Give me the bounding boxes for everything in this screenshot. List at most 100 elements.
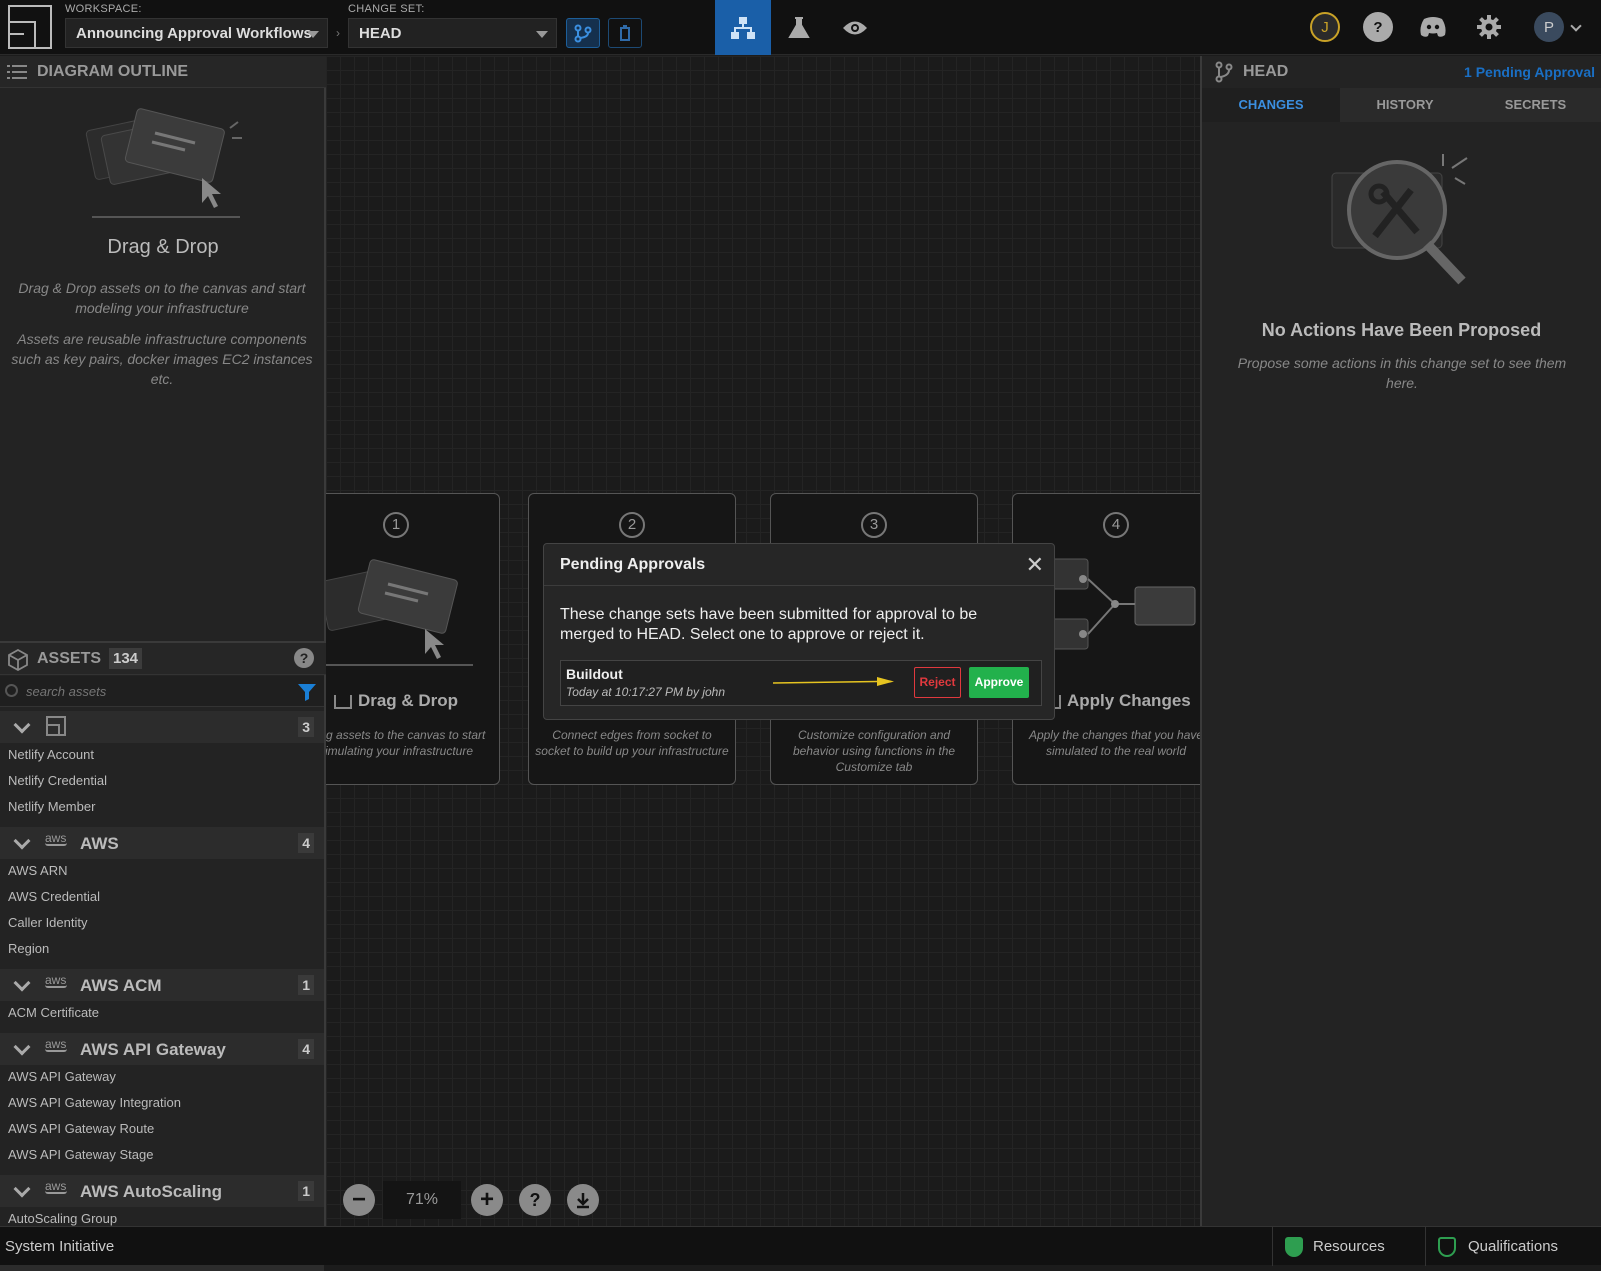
asset-group-name: AWS ACM [80, 976, 162, 995]
asset-item[interactable]: Netlify Account [8, 747, 94, 762]
download-button[interactable] [567, 1184, 599, 1216]
changeset-meta: Today at 10:17:27 PM by john [566, 685, 725, 699]
chevron-down-icon [536, 31, 548, 38]
asset-item[interactable]: AWS Credential [8, 889, 100, 904]
aws-icon: aws [45, 1037, 67, 1052]
approval-row[interactable]: Buildout Today at 10:17:27 PM by john Re… [560, 660, 1042, 706]
discord-icon[interactable] [1419, 16, 1447, 43]
diagram-icon [333, 694, 352, 709]
asset-item[interactable]: ACM Certificate [8, 1005, 99, 1020]
tab-history[interactable]: HISTORY [1340, 88, 1470, 122]
asset-group[interactable]: aws AWS API Gateway 4 [0, 1033, 324, 1065]
assets-header: ASSETS 134 ? [0, 643, 326, 675]
step-title: Apply Changes [1043, 691, 1200, 711]
step-description: Drag assets to the canvas to start simul… [326, 728, 486, 758]
gear-icon[interactable] [1476, 14, 1502, 45]
search-input[interactable] [26, 680, 286, 702]
step-description: Apply the changes that you have simulate… [1028, 728, 1200, 758]
close-icon[interactable]: ✕ [1026, 552, 1044, 578]
chevron-down-icon[interactable] [1570, 20, 1582, 32]
zoom-out-button[interactable]: − [343, 1184, 375, 1216]
asset-item[interactable]: AutoScaling Group [8, 1211, 117, 1226]
app-name: System Initiative [5, 1238, 115, 1255]
search-icon [5, 684, 18, 697]
help-icon[interactable]: ? [294, 648, 314, 668]
workspace-select[interactable]: Announcing Approval Workflows [65, 18, 328, 48]
step-title: Drag & Drop [326, 691, 499, 711]
drag-drop-title: Drag & Drop [107, 236, 219, 258]
onboarding-card-1: 1 Drag & Drop Drag assets to the canvas … [326, 493, 500, 785]
zoom-in-button[interactable]: + [471, 1184, 503, 1216]
asset-group-name: AWS API Gateway [80, 1040, 226, 1059]
no-actions-title: No Actions Have Been Proposed [1261, 320, 1542, 340]
asset-item[interactable]: AWS API Gateway Stage [8, 1147, 153, 1162]
chevron-down-icon[interactable] [13, 974, 31, 992]
tab-changes[interactable]: CHANGES [1202, 88, 1340, 122]
tab-secrets[interactable]: SECRETS [1470, 88, 1601, 122]
asset-group-count: 1 [298, 1181, 314, 1201]
asset-group-count: 1 [298, 975, 314, 995]
changeset-header: HEAD 1 Pending Approval [1202, 56, 1601, 88]
assets-count-badge: 134 [109, 648, 143, 669]
pending-approval-link[interactable]: 1 Pending Approval [1464, 64, 1595, 80]
step-number: 2 [619, 512, 645, 538]
status-bar: System Initiative Resources Qualificatio… [0, 1226, 1601, 1266]
check-shield-icon [1438, 1237, 1456, 1257]
assets-title: ASSETS [37, 650, 102, 667]
asset-item[interactable]: AWS API Gateway [8, 1069, 116, 1084]
help-icon[interactable]: ? [1363, 12, 1393, 42]
changeset-title: HEAD [1243, 63, 1289, 80]
workspace-value: Announcing Approval Workflows [76, 25, 312, 42]
diagram-outline-header: DIAGRAM OUTLINE [0, 56, 326, 88]
changeset-label: CHANGE SET: [348, 3, 425, 15]
asset-group-count: 4 [298, 833, 314, 853]
list-icon [7, 64, 27, 85]
drag-drop-text-2: Assets are reusable infrastructure compo… [11, 331, 313, 387]
qualifications-status[interactable]: Qualifications [1425, 1227, 1601, 1266]
asset-item[interactable]: Caller Identity [8, 915, 87, 930]
asset-group[interactable]: aws AWS AutoScaling 1 [0, 1175, 324, 1207]
user-avatar[interactable]: J [1310, 12, 1340, 42]
top-bar: WORKSPACE: Announcing Approval Workflows… [0, 0, 1601, 55]
step-description: Connect edges from socket to socket to b… [535, 728, 729, 758]
asset-item[interactable]: AWS API Gateway Integration [8, 1095, 181, 1110]
asset-group[interactable]: aws AWS 4 [0, 827, 324, 859]
profile-avatar[interactable]: P [1534, 12, 1564, 42]
tab-model[interactable] [715, 0, 771, 55]
drag-drop-illustration [326, 549, 483, 679]
modal-title: Pending Approvals [560, 556, 706, 573]
modal-body-text: These change sets have been submitted fo… [560, 606, 978, 643]
tab-view[interactable] [827, 0, 883, 55]
arrow-annotation-icon [772, 675, 895, 693]
reject-button[interactable]: Reject [914, 667, 961, 698]
approve-button[interactable]: Approve [969, 667, 1029, 698]
aws-icon: aws [45, 973, 67, 988]
branch-icon [1214, 61, 1234, 88]
chevron-down-icon[interactable] [13, 1038, 31, 1056]
resources-status[interactable]: Resources [1272, 1227, 1425, 1266]
asset-item[interactable]: Region [8, 941, 49, 956]
asset-group[interactable]: 3 [0, 711, 324, 743]
abandon-changeset-button[interactable] [608, 18, 642, 48]
chevron-down-icon[interactable] [13, 832, 31, 850]
chevron-down-icon[interactable] [13, 716, 31, 734]
app-logo-icon[interactable] [8, 5, 52, 49]
asset-item[interactable]: Netlify Member [8, 799, 95, 814]
create-changeset-button[interactable] [566, 18, 600, 48]
diagram-outline-title: DIAGRAM OUTLINE [37, 63, 189, 80]
left-panel: DIAGRAM OUTLINE Drag & Drop Drag & Drop … [0, 56, 326, 1271]
asset-group[interactable]: aws AWS ACM 1 [0, 969, 324, 1001]
asset-item[interactable]: AWS API Gateway Route [8, 1121, 154, 1136]
asset-item[interactable]: AWS ARN [8, 863, 67, 878]
filter-icon[interactable] [297, 682, 317, 707]
flask-icon [788, 16, 810, 38]
canvas-help-button[interactable]: ? [519, 1184, 551, 1216]
changeset-select[interactable]: HEAD [348, 18, 557, 48]
resources-label: Resources [1313, 1238, 1385, 1255]
step-description: Customize configuration and behavior usi… [792, 728, 956, 774]
chevron-down-icon[interactable] [13, 1180, 31, 1198]
asset-item[interactable]: Netlify Credential [8, 773, 107, 788]
tab-customize[interactable] [771, 0, 827, 55]
modal-header: Pending Approvals ✕ [544, 544, 1054, 586]
changeset-name: Buildout [566, 666, 623, 682]
